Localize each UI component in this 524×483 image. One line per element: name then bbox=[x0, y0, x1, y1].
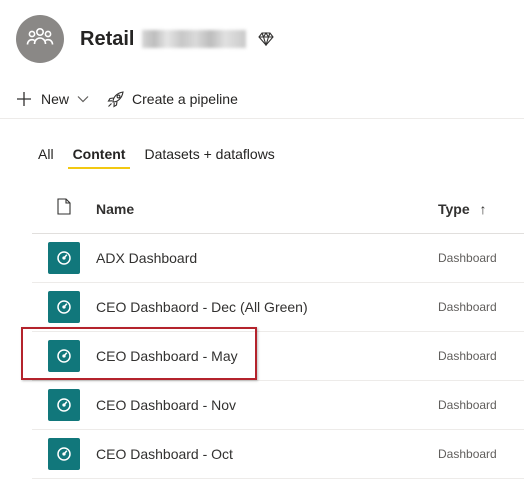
rocket-icon bbox=[107, 90, 124, 108]
new-button[interactable]: New bbox=[16, 91, 89, 107]
workspace-title: Retail bbox=[80, 27, 247, 51]
plus-icon bbox=[16, 91, 32, 107]
dashboard-icon bbox=[48, 291, 80, 323]
item-name[interactable]: ADX Dashboard bbox=[96, 250, 438, 266]
column-header-type[interactable]: Type ↑ bbox=[438, 201, 487, 217]
file-type-header[interactable] bbox=[32, 198, 96, 220]
table-row[interactable]: ADX Dashboard Dashboard bbox=[32, 234, 524, 283]
column-header-name[interactable]: Name bbox=[96, 201, 438, 217]
tab-datasets-dataflows[interactable]: Datasets + dataflows bbox=[144, 143, 274, 169]
item-type: Dashboard bbox=[438, 447, 497, 461]
table-row[interactable]: CEO Dashbaord - Dec (All Green) Dashboar… bbox=[32, 283, 524, 332]
table-row[interactable]: CEO Dashboard - Oct Dashboard bbox=[32, 430, 524, 479]
diamond-icon bbox=[258, 32, 275, 46]
create-pipeline-label: Create a pipeline bbox=[132, 91, 238, 107]
sort-ascending-icon: ↑ bbox=[479, 201, 487, 217]
table-row[interactable]: CEO Dashboard - Nov Dashboard bbox=[32, 381, 524, 430]
new-label: New bbox=[41, 91, 70, 107]
workspace-header: Retail bbox=[16, 15, 275, 63]
highlight-annotation bbox=[21, 327, 257, 380]
content-tabs: All Content Datasets + dataflows bbox=[38, 143, 294, 169]
tab-content[interactable]: Content bbox=[67, 143, 131, 169]
toolbar-divider bbox=[0, 118, 524, 119]
tab-all[interactable]: All bbox=[38, 143, 54, 169]
item-type: Dashboard bbox=[438, 251, 497, 265]
dashboard-icon bbox=[48, 438, 80, 470]
item-name[interactable]: CEO Dashboard - Nov bbox=[96, 397, 438, 413]
table-header: Name Type ↑ bbox=[32, 185, 524, 234]
item-type: Dashboard bbox=[438, 398, 497, 412]
workspace-name: Retail bbox=[80, 27, 135, 50]
group-icon bbox=[26, 25, 54, 54]
item-type: Dashboard bbox=[438, 349, 497, 363]
workspace-avatar bbox=[16, 15, 64, 63]
toolbar: New Create a pipeline bbox=[16, 88, 238, 110]
item-name[interactable]: CEO Dashboard - Oct bbox=[96, 446, 438, 462]
dashboard-icon bbox=[48, 242, 80, 274]
create-pipeline-button[interactable]: Create a pipeline bbox=[107, 90, 238, 108]
document-icon bbox=[57, 198, 71, 220]
item-type: Dashboard bbox=[438, 300, 497, 314]
item-name[interactable]: CEO Dashbaord - Dec (All Green) bbox=[96, 299, 438, 315]
chevron-down-icon bbox=[77, 95, 89, 103]
column-header-type-label: Type bbox=[438, 201, 470, 217]
dashboard-icon bbox=[48, 389, 80, 421]
redacted-name-suffix bbox=[142, 30, 247, 49]
